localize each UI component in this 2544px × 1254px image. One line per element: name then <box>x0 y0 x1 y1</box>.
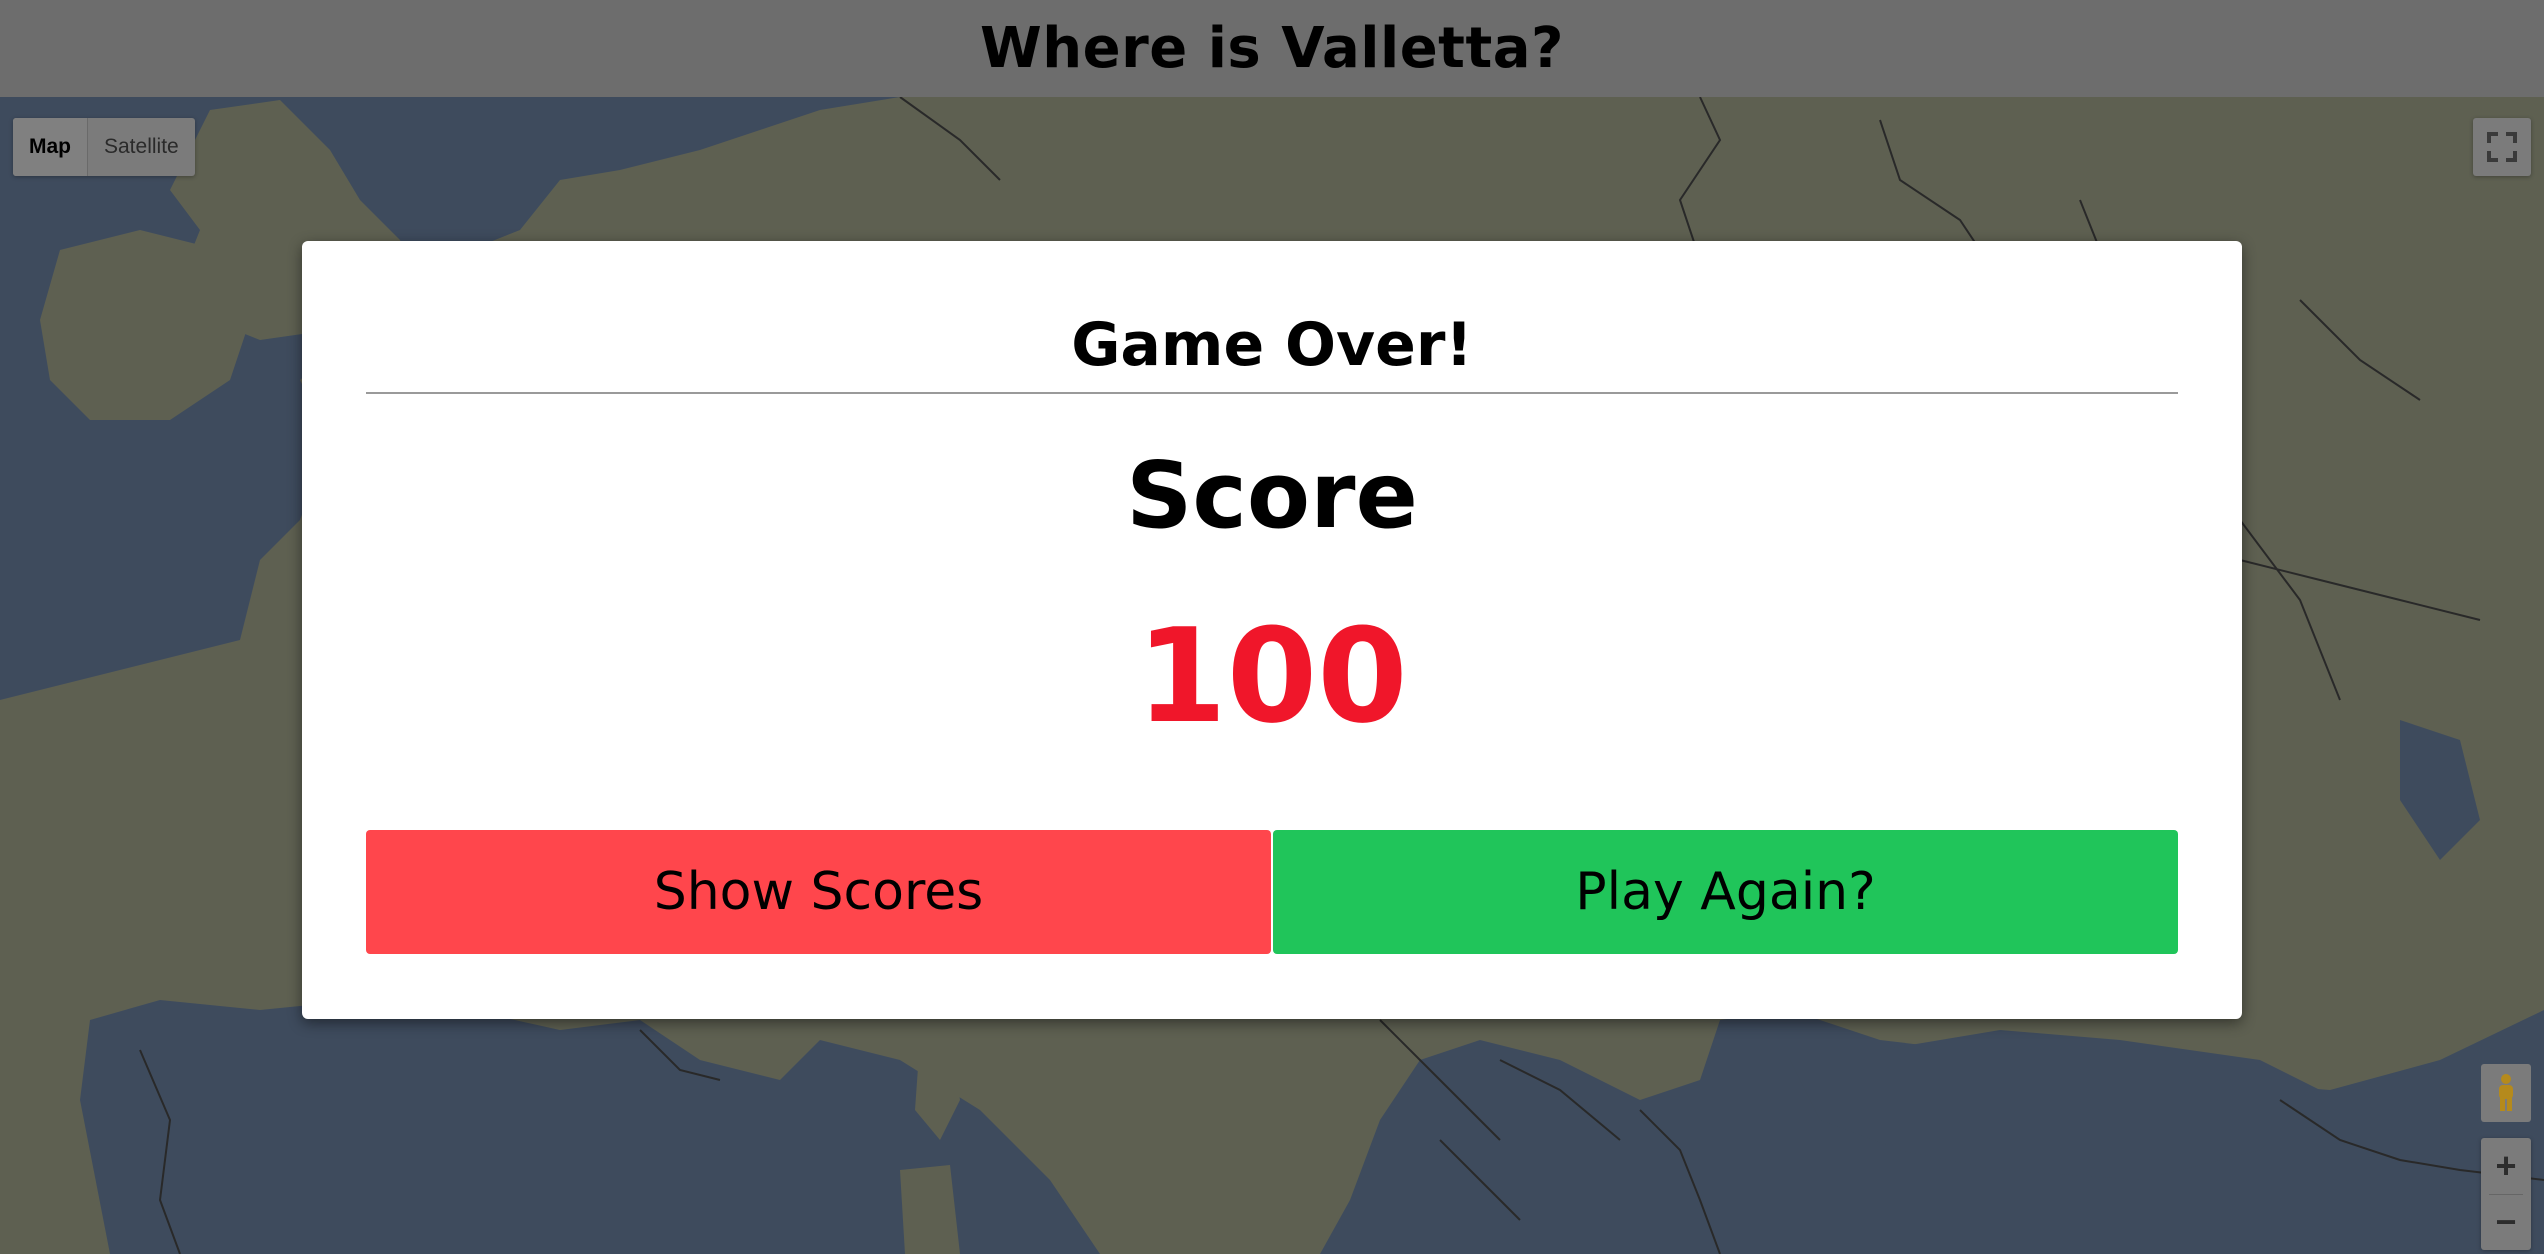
modal-title: Game Over! <box>1071 310 1473 380</box>
show-scores-button[interactable]: Show Scores <box>366 830 1271 954</box>
game-screen: Where is Valletta? Map Satellite + − Gam… <box>0 0 2544 1254</box>
modal-divider <box>366 392 2178 394</box>
fullscreen-button[interactable] <box>2473 118 2531 176</box>
zoom-in-button[interactable]: + <box>2481 1138 2531 1194</box>
map-type-satellite-button[interactable]: Satellite <box>88 118 195 176</box>
street-view-button[interactable] <box>2481 1064 2531 1122</box>
fullscreen-icon <box>2487 132 2517 162</box>
question-title: Where is Valletta? <box>980 16 1564 81</box>
score-value: 100 <box>1136 600 1408 752</box>
play-again-button[interactable]: Play Again? <box>1273 830 2178 954</box>
score-label: Score <box>1126 442 1418 549</box>
map-type-control: Map Satellite <box>13 118 195 176</box>
pegman-icon <box>2499 1074 2513 1111</box>
zoom-control: + − <box>2481 1138 2531 1250</box>
game-over-modal: Game Over! Score 100 Show Scores Play Ag… <box>302 241 2242 1019</box>
map-type-map-button[interactable]: Map <box>13 118 88 176</box>
title-bar: Where is Valletta? <box>0 0 2544 97</box>
zoom-out-button[interactable]: − <box>2481 1195 2531 1251</box>
modal-button-row: Show Scores Play Again? <box>366 830 2178 954</box>
